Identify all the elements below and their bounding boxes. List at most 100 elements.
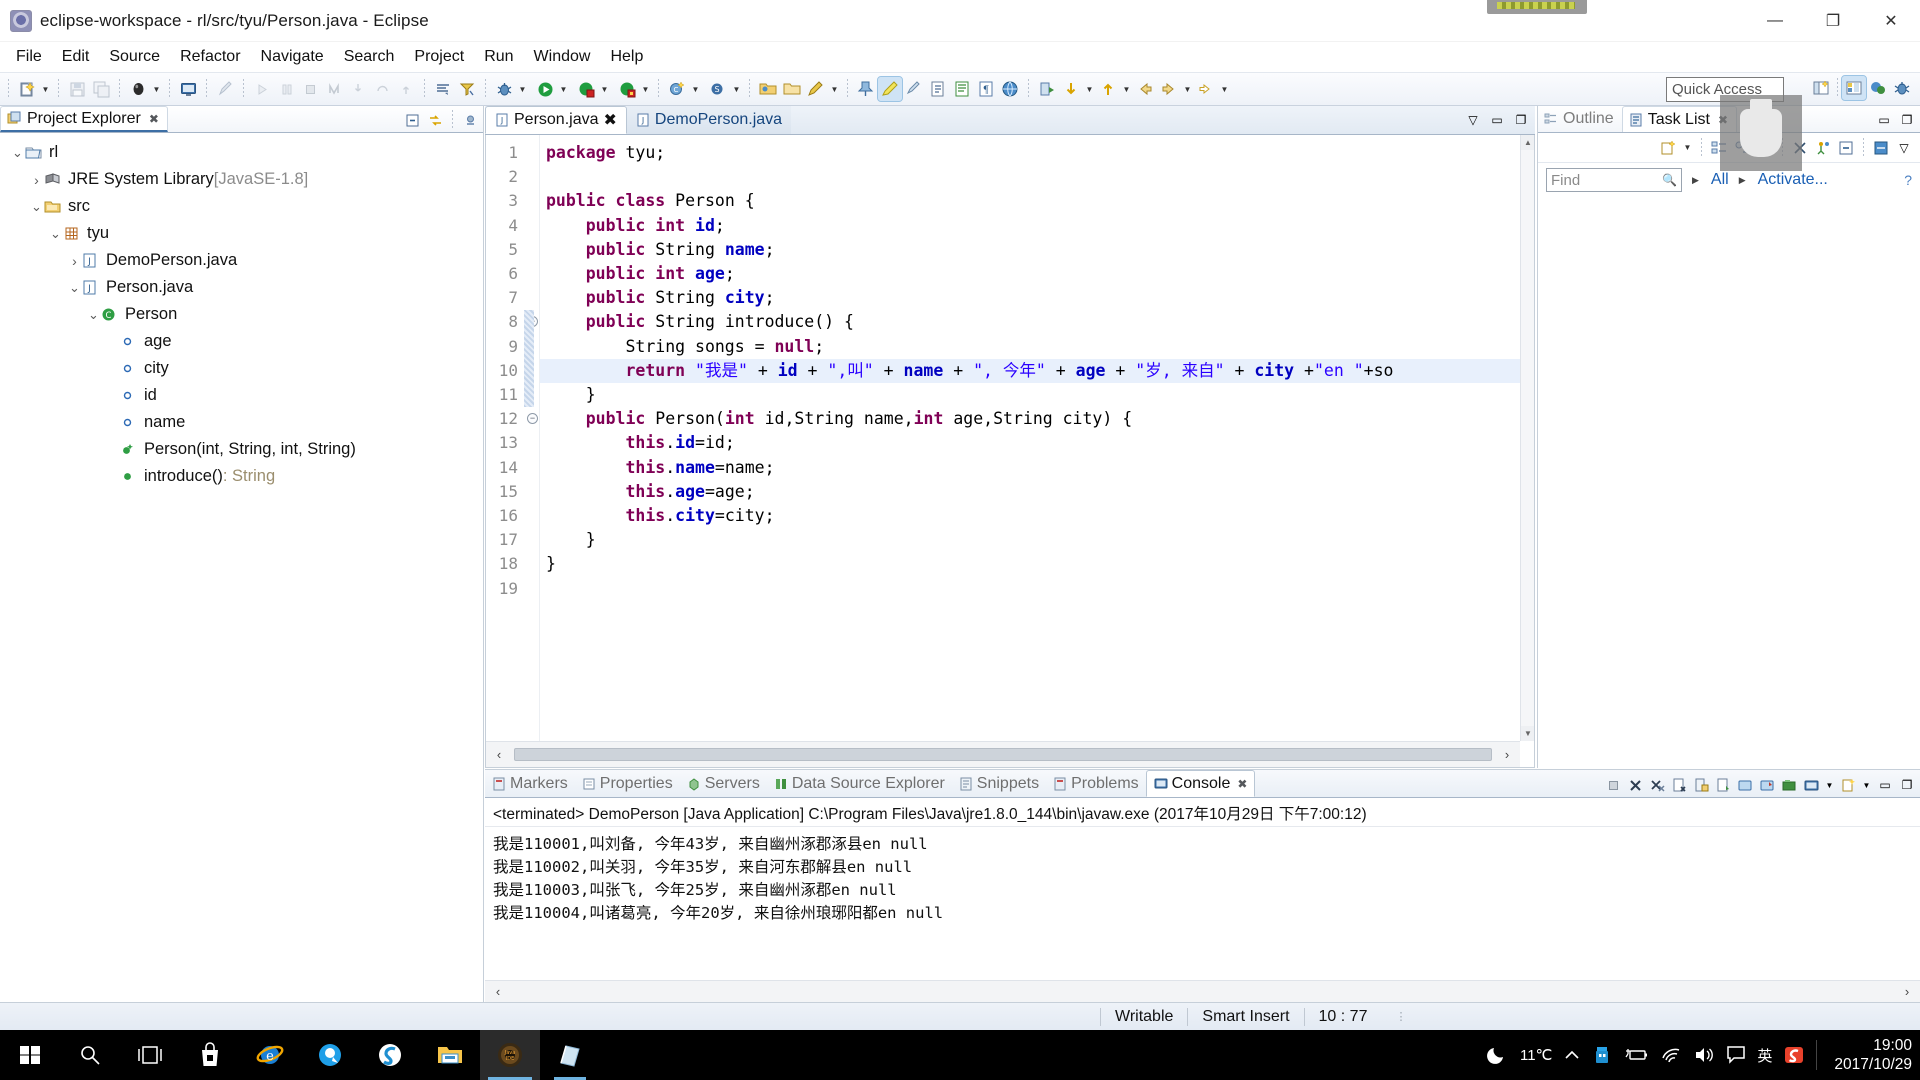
menu-navigate[interactable]: Navigate — [251, 45, 334, 69]
code-line[interactable]: public String name; — [546, 238, 775, 262]
forward-history-dropdown-icon[interactable]: ▼ — [1218, 77, 1231, 101]
run-coverage-icon[interactable] — [615, 77, 639, 101]
folding-ruler[interactable]: −− — [524, 135, 540, 741]
perspective-java-ee-icon[interactable] — [1866, 76, 1890, 100]
print-icon[interactable] — [126, 77, 150, 101]
new-wizard-dropdown-icon[interactable]: ▼ — [39, 77, 52, 101]
scroll-up-icon[interactable]: ▲ — [1521, 135, 1534, 150]
open-perspective-icon[interactable] — [1809, 76, 1833, 100]
editor-tab-demoperson-java[interactable]: J DemoPerson.java — [626, 106, 792, 134]
code-line[interactable]: } — [546, 552, 556, 576]
folder-icon[interactable] — [780, 77, 804, 101]
terminate-icon[interactable] — [298, 77, 322, 101]
minimize-button[interactable]: — — [1746, 0, 1804, 42]
chevron-down-icon[interactable]: ⌄ — [86, 307, 101, 323]
maximize-part-icon[interactable]: ❐ — [1511, 110, 1531, 130]
new-console-icon[interactable] — [1838, 775, 1858, 795]
new-package-dropdown-icon[interactable]: ▼ — [730, 77, 743, 101]
menu-refactor[interactable]: Refactor — [170, 45, 250, 69]
open-type-icon[interactable] — [431, 77, 455, 101]
tree-item-age[interactable]: age — [0, 328, 483, 355]
console-horizontal-scrollbar[interactable]: ‹ › — [485, 980, 1920, 1002]
internet-explorer-icon[interactable]: e — [240, 1030, 300, 1080]
new-package-icon[interactable]: S — [706, 77, 730, 101]
step-over-icon[interactable] — [370, 77, 394, 101]
code-line[interactable]: this.age=age; — [546, 480, 754, 504]
new-task-icon[interactable] — [1658, 138, 1678, 158]
new-wizard-icon[interactable] — [15, 77, 39, 101]
code-line[interactable]: public String introduce() { — [546, 310, 854, 334]
display-selected-console-icon[interactable] — [1735, 775, 1755, 795]
next-annotation-icon[interactable] — [926, 77, 950, 101]
qq-browser-icon[interactable] — [300, 1030, 360, 1080]
open-console-icon[interactable] — [176, 77, 200, 101]
tree-item-rl[interactable]: ⌄ rl — [0, 139, 483, 166]
open-web-browser-icon[interactable] — [998, 77, 1022, 101]
chevron-down-icon[interactable]: ▽ — [1463, 110, 1483, 130]
console-output[interactable]: 我是110001,叫刘备, 今年43岁, 来自幽州涿郡涿县en null 我是11… — [485, 827, 1920, 931]
chevron-down-icon[interactable]: ⌄ — [48, 226, 63, 242]
code-line[interactable]: public int age; — [546, 262, 735, 286]
tree-item-id[interactable]: id — [0, 382, 483, 409]
scroll-right-icon[interactable]: › — [1494, 743, 1520, 767]
menu-edit[interactable]: Edit — [52, 45, 100, 69]
pin-console-icon[interactable] — [1713, 775, 1733, 795]
link-with-editor-icon[interactable] — [425, 110, 445, 130]
outline-list-icon[interactable] — [950, 77, 974, 101]
filter-all-link[interactable]: All — [1711, 171, 1729, 189]
forward-dropdown-icon[interactable]: ▼ — [1181, 77, 1194, 101]
new-console-view-icon[interactable] — [1757, 775, 1777, 795]
new-task-dropdown-icon[interactable]: ▼ — [1681, 136, 1694, 160]
run-coverage-dropdown-icon[interactable]: ▼ — [639, 77, 652, 101]
code-line[interactable]: String songs = null; — [546, 335, 824, 359]
remove-launch-icon[interactable] — [1625, 775, 1645, 795]
scroll-left-icon[interactable]: ‹ — [485, 980, 511, 1004]
new-java-class-dropdown-icon[interactable]: ▼ — [689, 77, 702, 101]
run-icon[interactable] — [533, 77, 557, 101]
code-editor[interactable]: 12345678910111213141516171819 −− package… — [485, 135, 1535, 768]
perspective-java-icon[interactable] — [1841, 75, 1867, 101]
chevron-right-icon[interactable]: › — [29, 172, 44, 188]
fold-collapse-icon[interactable]: − — [527, 413, 538, 425]
editor-tab-person-java[interactable]: J Person.java ✖ — [485, 106, 627, 134]
run-external-tools-icon[interactable] — [574, 77, 598, 101]
scroll-left-icon[interactable]: ‹ — [486, 743, 512, 767]
close-icon[interactable]: ✖ — [1237, 777, 1247, 791]
display-console-icon[interactable] — [1801, 775, 1821, 795]
scroll-right-icon[interactable]: › — [1894, 980, 1920, 1004]
tree-item-introduce[interactable]: introduce() : String — [0, 463, 483, 490]
tree-item-tyu[interactable]: ⌄ tyu — [0, 220, 483, 247]
forward-history-icon[interactable] — [1194, 77, 1218, 101]
usb-device-icon[interactable] — [1592, 1045, 1612, 1065]
open-task-icon[interactable] — [1035, 77, 1059, 101]
close-icon[interactable]: ✖ — [149, 112, 159, 126]
scroll-lock-icon[interactable] — [1691, 775, 1711, 795]
code-line[interactable]: this.city=city; — [546, 504, 774, 528]
chevron-down-icon[interactable]: ⌄ — [10, 145, 25, 161]
close-button[interactable]: ✕ — [1862, 0, 1920, 42]
view-menu-icon[interactable] — [460, 110, 480, 130]
chevron-down-icon[interactable]: ⌄ — [29, 199, 44, 215]
step-into-icon[interactable] — [346, 77, 370, 101]
run-external-dropdown-icon[interactable]: ▼ — [598, 77, 611, 101]
edit-pencil-icon[interactable] — [804, 77, 828, 101]
task-view-icon[interactable] — [120, 1030, 180, 1080]
new-java-class-icon[interactable]: C — [665, 77, 689, 101]
save-all-icon[interactable] — [89, 77, 113, 101]
weather-temperature[interactable]: 11℃ — [1520, 1046, 1552, 1064]
code-line[interactable]: public Person(int id,String name,int age… — [546, 407, 1132, 431]
code-line[interactable]: public class Person { — [546, 189, 755, 213]
minimize-part-icon[interactable]: ▭ — [1875, 775, 1895, 795]
menu-project[interactable]: Project — [404, 45, 474, 69]
open-folder-icon[interactable] — [756, 77, 780, 101]
code-line[interactable]: this.id=id; — [546, 431, 734, 455]
editor-vertical-scrollbar[interactable]: ▲ ▼ — [1520, 135, 1534, 741]
activate-link[interactable]: Activate... — [1758, 171, 1828, 189]
tree-item-name[interactable]: name — [0, 409, 483, 436]
tab-outline[interactable]: Outline — [1538, 106, 1622, 132]
code-line[interactable]: public String city; — [546, 286, 775, 310]
sogou-icon[interactable] — [360, 1030, 420, 1080]
terminate-icon[interactable] — [1603, 775, 1623, 795]
step-return-icon[interactable] — [394, 77, 418, 101]
collapse-all-icon[interactable] — [1836, 138, 1856, 158]
